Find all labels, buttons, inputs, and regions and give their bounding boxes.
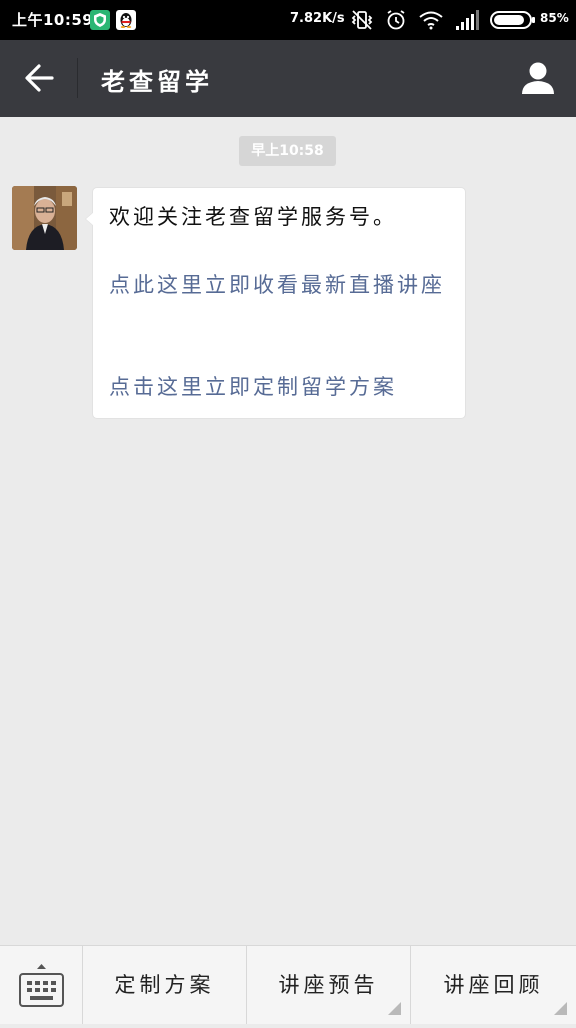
menu-lecture-preview-label: 讲座预告 (278, 973, 379, 997)
menu-custom-plan-label: 定制方案 (114, 973, 215, 997)
network-speed: 7.82K/s (290, 11, 345, 26)
keyboard-toggle-button[interactable] (0, 946, 83, 1024)
battery-icon (490, 10, 536, 34)
watch-live-lecture-link[interactable]: 点此这里立即收看最新直播讲座 (109, 268, 447, 302)
avatar[interactable] (12, 186, 77, 250)
submenu-indicator-icon (554, 1002, 567, 1015)
keyboard-icon (19, 964, 64, 1007)
nav-divider (77, 58, 78, 98)
menu-lecture-preview[interactable]: 讲座预告 (247, 946, 411, 1024)
status-time: 上午10:59 (12, 11, 94, 29)
customize-plan-link[interactable]: 点击这里立即定制留学方案 (109, 370, 447, 404)
menu-lecture-review-label: 讲座回顾 (443, 973, 544, 997)
bottom-menu-bar: 定制方案 讲座预告 讲座回顾 (0, 945, 576, 1024)
message-timestamp: 早上10:58 (239, 136, 336, 166)
welcome-message: 欢迎关注老查留学服务号。 (109, 205, 397, 229)
status-bar: 上午10:59 7.82K/s 85% (0, 0, 576, 40)
menu-lecture-review[interactable]: 讲座回顾 (411, 946, 576, 1024)
back-arrow-icon[interactable] (22, 60, 58, 96)
nav-bar: 老查留学 (0, 40, 576, 117)
person-icon[interactable] (518, 58, 558, 98)
wifi-icon (418, 8, 444, 36)
message-bubble: 欢迎关注老查留学服务号。 点此这里立即收看最新直播讲座 点击这里立即定制留学方案 (85, 187, 466, 419)
signal-icon (454, 8, 482, 36)
qq-penguin-icon (116, 10, 136, 30)
alarm-icon (384, 8, 408, 36)
shield-app-icon (90, 10, 110, 30)
menu-custom-plan[interactable]: 定制方案 (83, 946, 247, 1024)
submenu-indicator-icon (388, 1002, 401, 1015)
battery-percent: 85% (540, 11, 569, 25)
page-title: 老查留学 (101, 68, 213, 96)
vibrate-off-icon (350, 8, 374, 36)
